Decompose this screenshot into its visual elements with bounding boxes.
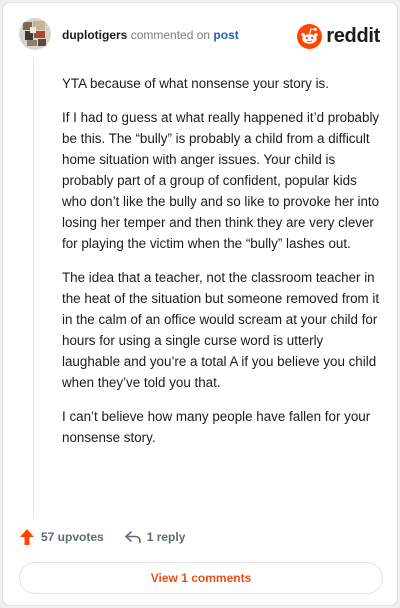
comment-paragraph: I can’t believe how many people have fal… (62, 409, 371, 445)
thread-line (33, 59, 34, 517)
reply-arrow-icon (124, 531, 141, 544)
comment-card: duplotigers commented on post reddit YTA… (2, 2, 398, 606)
reply-button[interactable]: 1 reply (124, 530, 186, 544)
user-avatar[interactable] (19, 18, 51, 50)
upvote-count: 57 upvotes (41, 530, 104, 544)
comment-paragraph: The idea that a teacher, not the classro… (62, 270, 380, 390)
comment-body: YTA because of what nonsense your story … (62, 73, 382, 461)
upvote-arrow-icon (20, 529, 34, 545)
post-link[interactable]: post (213, 28, 238, 42)
view-comments-button[interactable]: View 1 comments (19, 562, 383, 594)
upvote-button[interactable]: 57 upvotes (19, 528, 104, 546)
reddit-logo-icon (297, 23, 323, 49)
comment-paragraph: YTA because of what nonsense your story … (62, 76, 329, 91)
commented-on-label: commented on (130, 28, 211, 42)
comment-paragraph: If I had to guess at what really happene… (62, 110, 380, 251)
reddit-brand: reddit (297, 23, 380, 49)
reply-count: 1 reply (146, 530, 186, 544)
comment-actions: 57 upvotes 1 reply (19, 526, 185, 548)
username[interactable]: duplotigers (62, 28, 127, 42)
reddit-wordmark: reddit (326, 24, 380, 47)
comment-header: duplotigers commented on post reddit (3, 3, 397, 67)
comment-byline: duplotigers commented on post (62, 28, 239, 42)
